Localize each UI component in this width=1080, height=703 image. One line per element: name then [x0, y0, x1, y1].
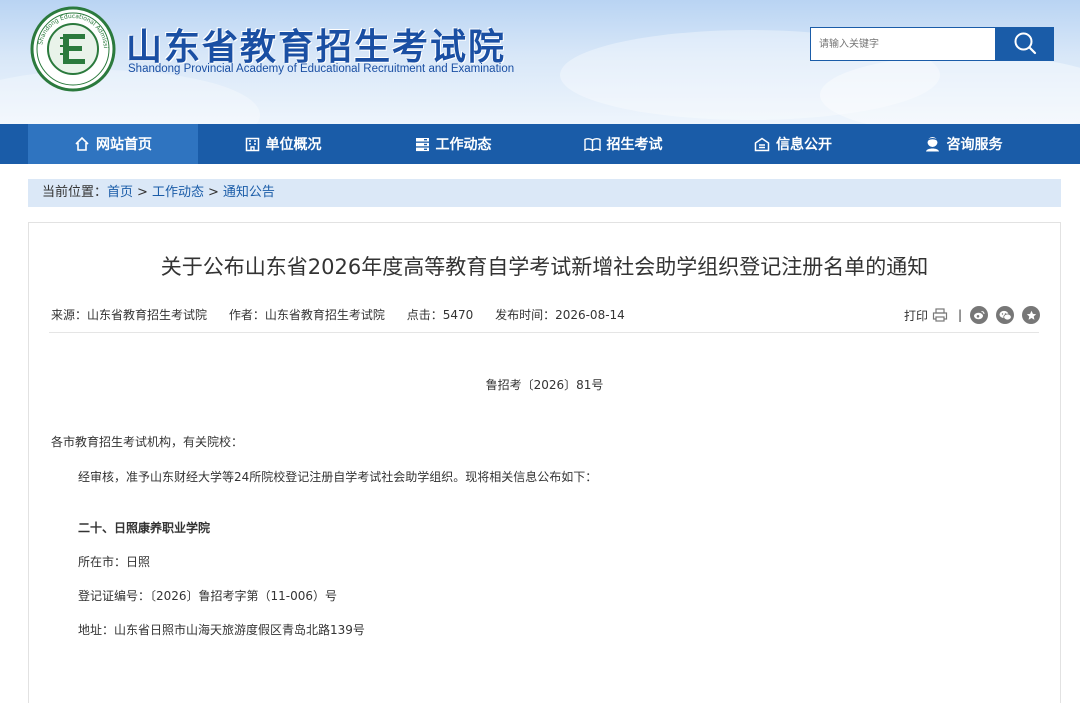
- article-title: 关于公布山东省2026年度高等教育自学考试新增社会助学组织登记注册名单的通知: [160, 255, 929, 279]
- breadcrumb-prefix: 当前位置：: [42, 185, 108, 200]
- share-wechat-button[interactable]: [996, 306, 1014, 324]
- tools-separator: |: [957, 308, 962, 322]
- article-author: 作者：山东省教育招生考试院: [228, 308, 385, 322]
- breadcrumb-link-notices[interactable]: 通知公告: [223, 185, 275, 200]
- article-salutation: 各市教育招生考试机构，有关院校：: [51, 435, 244, 449]
- weibo-icon: [974, 311, 985, 320]
- home-icon: [75, 136, 89, 151]
- article-meta: 来源：山东省教育招生考试院 作者：山东省教育招生考试院 点击：5470 发布时间…: [51, 306, 643, 323]
- nav-item-overview[interactable]: 单位概况: [198, 124, 368, 164]
- share-weibo-button[interactable]: [970, 306, 988, 324]
- entry-city: 所在市：日照: [78, 555, 151, 569]
- book-icon: [583, 137, 601, 151]
- nav-item-info[interactable]: 信息公开: [708, 124, 878, 164]
- nav-item-news[interactable]: 工作动态: [368, 124, 538, 164]
- nav-item-label: 网站首页: [96, 137, 152, 153]
- star-icon: [1026, 310, 1036, 320]
- meta-divider: [49, 332, 1039, 333]
- wechat-icon: [999, 310, 1012, 320]
- info-icon: [754, 137, 770, 151]
- site-subtitle: Shandong Provincial Academy of Education…: [128, 63, 515, 75]
- breadcrumb-link-news[interactable]: 工作动态: [152, 185, 204, 200]
- breadcrumb-separator: >: [207, 185, 219, 200]
- user-service-icon: [925, 137, 939, 152]
- search-input[interactable]: [810, 27, 996, 61]
- article-tools: 打印 |: [904, 305, 1040, 325]
- article-clicks: 点击：5470: [406, 308, 474, 322]
- share-favorite-button[interactable]: [1022, 306, 1040, 324]
- nav-item-exams[interactable]: 招生考试: [538, 124, 708, 164]
- print-label: 打印: [903, 308, 928, 323]
- article-panel: 关于公布山东省2026年度高等教育自学考试新增社会助学组织登记注册名单的通知 来…: [28, 222, 1061, 703]
- nav-item-label: 工作动态: [435, 137, 492, 153]
- nav-item-label: 信息公开: [776, 137, 832, 153]
- breadcrumb: 当前位置：首页 > 工作动态 > 通知公告: [28, 179, 1061, 207]
- entry-registration-number: 登记证编号：〔2026〕鲁招考字第（11-006）号: [78, 589, 338, 603]
- site-logo[interactable]: Shandong Educational Admission & Examina…: [30, 6, 116, 92]
- breadcrumb-separator: >: [137, 185, 148, 200]
- article-intro: 经审核，准予山东财经大学等24所院校登记注册自学考试社会助学组织。现将相关信息公…: [78, 470, 598, 484]
- nav-item-label: 单位概况: [265, 137, 322, 153]
- article-source: 来源：山东省教育招生考试院: [51, 308, 208, 322]
- main-nav: 网站首页 单位概况 工作动态 招生考试 信息公开 咨询服务: [0, 124, 1080, 164]
- search-button[interactable]: [995, 27, 1054, 61]
- nav-item-label: 招生考试: [606, 137, 663, 153]
- document-number: 鲁招考〔2026〕81号: [485, 378, 604, 392]
- article-date: 发布时间：2026-08-14: [495, 308, 625, 322]
- server-icon: [415, 137, 429, 151]
- print-button[interactable]: 打印: [904, 307, 948, 324]
- printer-icon: [932, 308, 948, 322]
- nav-item-label: 咨询服务: [946, 137, 1003, 153]
- breadcrumb-link-home[interactable]: 首页: [107, 185, 133, 200]
- entry-heading: 二十、日照康养职业学院: [78, 521, 211, 535]
- entry-address: 地址：山东省日照市山海天旅游度假区青岛北路139号: [78, 623, 365, 637]
- search-icon: [1014, 32, 1036, 54]
- building-icon: [245, 137, 259, 151]
- nav-item-home[interactable]: 网站首页: [28, 124, 198, 164]
- nav-item-consult[interactable]: 咨询服务: [878, 124, 1048, 164]
- site-header: Shandong Educational Admission & Examina…: [0, 0, 1080, 124]
